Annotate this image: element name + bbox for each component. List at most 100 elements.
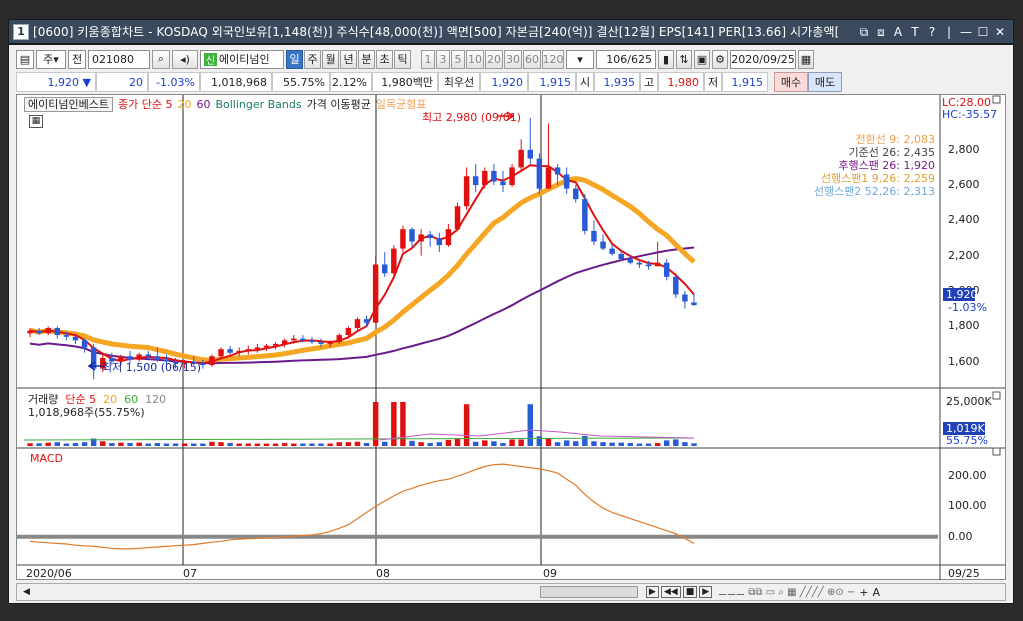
candle-body: [654, 262, 661, 267]
volume-bar: [463, 404, 470, 446]
price-tick: 2,400: [948, 213, 980, 227]
candle-body: [518, 149, 524, 168]
price-tick: 2,600: [948, 178, 980, 192]
volume-bar: [573, 441, 579, 446]
macd-tick: 0.00: [948, 529, 973, 543]
candle-body: [445, 229, 452, 246]
volume-bar: [27, 443, 33, 446]
volume-bar: [272, 443, 279, 446]
volume-bar: [500, 443, 506, 446]
volume-bar: [691, 443, 697, 446]
volume-bar: [318, 443, 324, 446]
candle-body: [454, 206, 461, 230]
candle-body: [527, 149, 534, 159]
volume-bar: [563, 440, 570, 446]
forward-icon[interactable]: ▶: [699, 586, 713, 598]
ichimoku-values: 전환선 9: 2,083 기준선 26: 2,435 후행스팬 26: 1,920 선…: [814, 133, 935, 198]
candle-body: [682, 294, 688, 302]
volume-bar: [54, 442, 61, 446]
zoom-in-icon[interactable]: +: [859, 586, 868, 599]
volume-bar: [600, 442, 606, 446]
rewind-icon[interactable]: ◀◀: [660, 586, 681, 598]
volume-bar: [536, 436, 543, 446]
font-size-icon[interactable]: A: [873, 586, 881, 599]
candle-body: [554, 167, 561, 175]
candle-body: [627, 259, 634, 263]
volume-bar: [100, 441, 106, 446]
candle-body: [354, 319, 361, 328]
date-tick: 08: [376, 567, 390, 580]
volume-bar: [673, 439, 679, 446]
volume-bar: [309, 443, 315, 446]
volume-bar: [209, 441, 215, 446]
volume-bar: [582, 435, 588, 446]
price-ma-legend[interactable]: 가격 이동평균: [307, 96, 371, 112]
volume-bar: [291, 443, 297, 446]
volume-bar: [427, 443, 433, 446]
scroll-left-icon[interactable]: ◀: [23, 587, 30, 597]
candle-body: [45, 328, 51, 334]
volume-bar: [636, 443, 643, 446]
volume-bar: [554, 442, 561, 446]
candle-body: [327, 342, 333, 344]
table-icon[interactable]: ▦: [29, 115, 43, 128]
candle-body: [236, 350, 242, 353]
date-tick: 09/25: [948, 567, 980, 580]
scroll-thumb[interactable]: [539, 586, 638, 598]
volume-bar: [509, 439, 515, 446]
volume-bar: [163, 443, 170, 446]
candle-body: [463, 176, 470, 207]
ma5-legend[interactable]: 종가 단순 5: [118, 96, 172, 112]
volume-bar: [45, 442, 51, 446]
volume-bar: [436, 442, 443, 446]
chart-legend: 에이티넘인베스트 종가 단순 5 20 60 Bollinger Bands 가…: [24, 96, 426, 112]
stock-name-legend[interactable]: 에이티넘인베스트: [24, 96, 113, 112]
volume-axis-top: 25,000K: [946, 395, 992, 408]
chart-scrollbar[interactable]: ◀ ▶ ◀◀ ■ ▶ ⚊⚊⚊ ⧉⧉ ▭ ⌕ ▦ ╱╱╱╱ ⊕⊙ − + A: [16, 583, 1006, 601]
candle-body: [673, 276, 679, 295]
ichimoku-legend[interactable]: 일목균형표: [376, 96, 427, 112]
pane-close-icon: [992, 447, 1001, 456]
candle-body: [636, 262, 643, 265]
pane-close-icon: [992, 95, 1001, 104]
price-tick: 2,800: [948, 142, 980, 156]
candle-body: [418, 234, 424, 242]
volume-bar: [327, 443, 333, 446]
max-price-annotation: 최고 2,980 (09/01): [422, 111, 522, 124]
ma5-line: [29, 164, 695, 365]
volume-bar: [218, 442, 224, 446]
ma60-legend[interactable]: 60: [196, 98, 210, 111]
date-tick: 09: [543, 567, 557, 580]
volume-bar: [181, 443, 188, 446]
stop-icon[interactable]: ■: [682, 586, 698, 598]
volume-current-pct: 55.75%: [946, 434, 988, 447]
macd-tick: 200.00: [948, 469, 987, 483]
play-icon[interactable]: ▶: [645, 586, 659, 598]
ma20-legend[interactable]: 20: [177, 98, 191, 111]
candle-body: [218, 349, 224, 357]
candle-body: [254, 347, 261, 350]
volume-bar: [72, 443, 79, 446]
candle-body: [645, 264, 652, 267]
volume-bar: [300, 443, 306, 446]
volume-bar: [236, 443, 242, 446]
candle-body: [36, 330, 42, 334]
drawing-tools-icon[interactable]: ⚊⚊⚊ ⧉⧉ ▭ ⌕ ▦ ╱╱╱╱ ⊕⊙ −: [718, 587, 855, 598]
ichimoku-value-3: 선행스팬1 9,26: 2,259: [820, 172, 935, 185]
candle-body: [300, 338, 306, 341]
candle-body: [363, 319, 370, 323]
candle-body: [591, 230, 597, 242]
volume-bar: [190, 443, 197, 446]
volume-ma60-line: [23, 437, 695, 441]
volume-bar: [281, 443, 288, 446]
volume-bar: [591, 441, 597, 446]
candle-body: [81, 340, 88, 348]
candle-body: [63, 335, 70, 337]
volume-bar: [400, 402, 406, 446]
bollinger-legend[interactable]: Bollinger Bands: [215, 98, 301, 111]
price-chart-svg: [17, 95, 1005, 580]
candle-body: [472, 176, 479, 186]
volume-bar: [491, 441, 497, 446]
candle-body: [309, 340, 315, 343]
candle-body: [509, 167, 515, 186]
